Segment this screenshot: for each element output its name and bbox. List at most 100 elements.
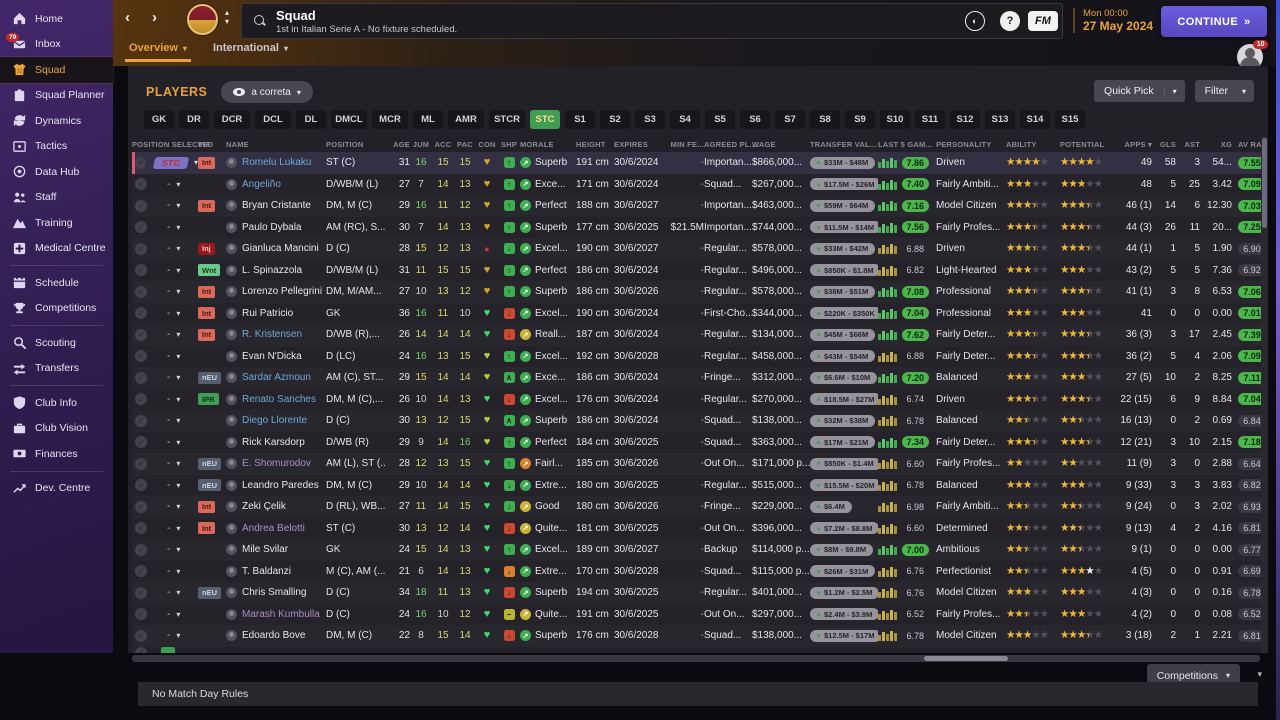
search-title-bar[interactable]: Squad 1st in Italian Serie A - No fixtur… — [241, 3, 1063, 39]
sidebar-item-scouting[interactable]: Scouting — [0, 330, 113, 356]
player-row[interactable]: ✓ - ▾ Diego Llorente D (C) 30 13 12 15 ♥ ∧ ↗ Superb 1… — [132, 410, 1264, 432]
vertical-scrollbar[interactable] — [1261, 136, 1268, 653]
column-header-shp[interactable]: SHP — [498, 140, 520, 149]
player-name[interactable]: E. Shomurodov — [242, 458, 311, 469]
position-filter-s6[interactable]: S6 — [740, 110, 770, 129]
position-filter-s2[interactable]: S2 — [600, 110, 630, 129]
horizontal-scrollbar[interactable] — [132, 655, 1260, 662]
tab-international[interactable]: International ▾ — [213, 42, 288, 62]
column-header-xg[interactable]: XG — [1200, 140, 1232, 149]
row-check-icon[interactable]: ✓ — [135, 565, 147, 578]
info-badge[interactable]: Int — [198, 328, 216, 341]
position-filter-dl[interactable]: DL — [296, 110, 326, 129]
position-filter-stcr[interactable]: STCR — [489, 110, 525, 129]
player-name[interactable]: Diego Llorente — [242, 415, 307, 426]
row-check-icon[interactable]: ✓ — [135, 264, 147, 277]
row-check-icon[interactable]: ✓ — [135, 307, 147, 320]
position-filter-ml[interactable]: ML — [413, 110, 443, 129]
player-name[interactable]: Gianluca Mancini — [242, 243, 319, 254]
club-crest-icon[interactable] — [187, 4, 218, 35]
sidebar-item-dynamics[interactable]: Dynamics — [0, 108, 113, 134]
chevron-down-icon[interactable]: ▾ — [176, 567, 180, 576]
column-header-possel[interactable]: POSITION SELECTED — [132, 140, 213, 149]
position-filter-s1[interactable]: S1 — [565, 110, 595, 129]
player-name[interactable]: Rui Patricio — [242, 308, 293, 319]
club-spinner[interactable]: ▴ ▾ — [225, 8, 229, 26]
column-header-value[interactable]: TRANSFER VAL... — [810, 140, 878, 149]
position-filter-s11[interactable]: S11 — [915, 110, 945, 129]
player-name[interactable]: R. Kristensen — [242, 329, 302, 340]
column-header-minfee[interactable]: MIN FE... — [666, 140, 704, 149]
player-row[interactable]: ✓ - ▾ Int Andrea Belotti ST (C) 30 13 12 14 ♥ ↓ ↗ Qui… — [132, 517, 1264, 539]
player-row[interactable]: ✓ - ▾ Int R. Kristensen D/WB (R),... 26 14 14 14 ♥… — [132, 324, 1264, 346]
info-badge[interactable]: Wnt — [198, 264, 221, 277]
row-check-icon[interactable]: ✓ — [135, 221, 147, 234]
chevron-down-icon[interactable]: ▾ — [176, 610, 180, 619]
tab-overview[interactable]: Overview ▾ — [125, 42, 191, 62]
view-selector-dropdown[interactable]: a correta ▾ — [221, 81, 313, 103]
row-check-icon[interactable]: ✓ — [135, 414, 147, 427]
row-check-icon[interactable]: ✓ — [135, 178, 147, 191]
row-check-icon[interactable]: ✓ — [135, 457, 147, 470]
info-badge[interactable]: IPR — [198, 393, 219, 406]
position-filter-dmcl[interactable]: DMCL — [331, 110, 367, 129]
sidebar-item-transfers[interactable]: Transfers — [0, 356, 113, 382]
position-filter-s14[interactable]: S14 — [1020, 110, 1050, 129]
row-check-icon[interactable]: ✓ — [135, 199, 147, 212]
player-row[interactable]: ✓ - ▾ Marash Kumbulla D (C) 24 16 10 12 ♥ − ↗ Quite.… — [132, 603, 1264, 625]
sidebar-item-club-info[interactable]: Club Info — [0, 390, 113, 416]
info-badge[interactable]: Int — [198, 199, 216, 212]
info-badge[interactable]: nEU — [198, 586, 221, 599]
nav-back-button[interactable]: ‹ — [125, 9, 130, 26]
player-row[interactable]: ✓ - ▾ Inj Gianluca Mancini D (C) 28 15 12 13 ● ↓ ↗ Ex… — [132, 238, 1264, 260]
row-check-icon[interactable]: ✓ — [135, 285, 147, 298]
player-row[interactable]: ✓ - ▾ nEU Leandro Paredes DM, M (C) 29 10 14 14 ♥ ↓… — [132, 474, 1264, 496]
position-filter-s15[interactable]: S15 — [1055, 110, 1085, 129]
row-check-icon[interactable]: ✓ — [135, 586, 147, 599]
row-check-icon[interactable]: ✓ — [135, 522, 147, 535]
world-icon[interactable]: ◐ — [965, 11, 985, 31]
chevron-down-icon[interactable]: ▾ — [176, 588, 180, 597]
column-header-ability[interactable]: ABILITY — [1006, 140, 1060, 149]
filter-button[interactable]: Filter ▾ — [1194, 80, 1254, 102]
column-header-inf[interactable]: INF — [198, 140, 226, 149]
player-name[interactable]: Bryan Cristante — [242, 200, 311, 211]
sidebar-item-club-vision[interactable]: Club Vision — [0, 416, 113, 442]
row-check-icon[interactable]: ✓ — [135, 500, 147, 513]
sidebar-item-squad-planner[interactable]: Squad Planner — [0, 83, 113, 109]
sidebar-item-inbox[interactable]: 79 Inbox — [0, 32, 113, 58]
row-check-icon[interactable]: ✓ — [135, 371, 147, 384]
chevron-down-icon[interactable]: ▾ — [176, 395, 180, 404]
player-row[interactable]: ✓ - ▾ Rick Karsdorp D/WB (R) 29 9 14 16 ♥ ↑ ↗ Perfec… — [132, 431, 1264, 453]
player-row[interactable]: ✓ - ▾ Int Rui Patricio GK 36 16 11 10 ♥ ↓ ↗ Excel... 1… — [132, 302, 1264, 324]
row-check-icon[interactable]: ✓ — [135, 393, 147, 406]
player-name[interactable]: Zeki Çelik — [242, 501, 286, 512]
info-badge[interactable]: Int — [198, 522, 216, 535]
chevron-down-icon[interactable]: ▾ — [176, 524, 180, 533]
player-name[interactable]: Lorenzo Pellegrini — [242, 286, 322, 297]
player-row[interactable]: ✓ - ▾ Wnt L. Spinazzola D/WB/M (L) 31 11 15 15 ♥ ↑ ↗… — [132, 259, 1264, 281]
row-check-icon[interactable]: ✓ — [135, 629, 147, 642]
position-filter-dcr[interactable]: DCR — [214, 110, 250, 129]
position-filter-s3[interactable]: S3 — [635, 110, 665, 129]
position-filter-gk[interactable]: GK — [144, 110, 174, 129]
sidebar-item-medical-centre[interactable]: Medical Centre — [0, 236, 113, 262]
player-row[interactable]: ✓ - ▾ Paulo Dybala AM (RC), S... 30 7 14 13 ♥ ↑ ↗ Su… — [132, 216, 1264, 238]
chevron-down-icon[interactable]: ▾ — [176, 438, 180, 447]
player-name[interactable]: Chris Smalling — [242, 587, 306, 598]
info-badge[interactable]: Int — [198, 307, 216, 320]
sidebar-item-finances[interactable]: Finances — [0, 441, 113, 467]
position-filter-amr[interactable]: AMR — [448, 110, 484, 129]
player-row[interactable]: ✓ - ▾ nEU Sardar Azmoun AM (C), ST... 29 15 14 14… — [132, 367, 1264, 389]
fm-logo-icon[interactable]: FM — [1028, 11, 1058, 31]
player-name[interactable]: Renato Sanches — [242, 394, 316, 405]
sidebar-item-home[interactable]: Home — [0, 6, 113, 32]
player-row[interactable]: ✓ - ▾ Angeliño D/WB/M (L) 27 7 14 13 ♥ ↑ ↗ Exce... 17… — [132, 173, 1264, 195]
nav-forward-button[interactable]: › — [152, 9, 157, 26]
column-header-form[interactable]: LAST 5 GAM... — [878, 140, 936, 149]
column-header-name[interactable]: NAME — [226, 140, 326, 149]
column-header-avrat[interactable]: AV RAT — [1232, 140, 1264, 149]
player-name[interactable]: Angeliño — [242, 179, 281, 190]
column-header-wage[interactable]: WAGE — [752, 140, 810, 149]
player-name[interactable]: Sardar Azmoun — [242, 372, 311, 383]
